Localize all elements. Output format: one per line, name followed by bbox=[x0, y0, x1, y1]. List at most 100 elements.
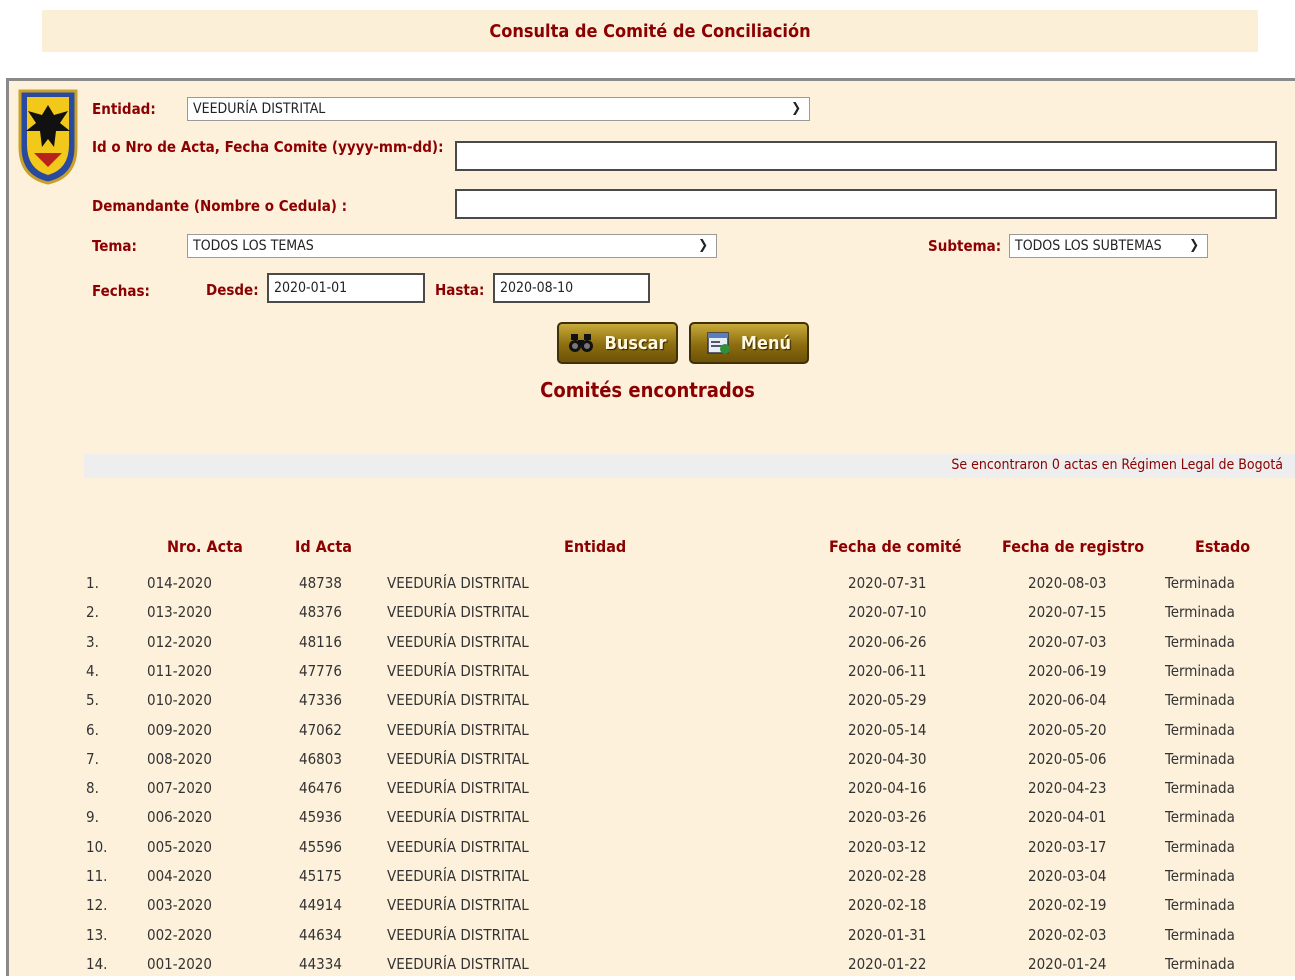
id-acta-cell: 47776 bbox=[299, 661, 342, 680]
fecha-registro-cell: 2020-04-23 bbox=[1028, 779, 1107, 798]
table-row: 4. 011-2020 47776 VEEDURÍA DISTRITAL 2020-06… bbox=[0, 658, 1295, 687]
table-row: 5. 010-2020 47336 VEEDURÍA DISTRITAL 2020-05… bbox=[0, 687, 1295, 716]
menu-window-icon bbox=[707, 332, 730, 354]
fecha-comite-cell: 2020-02-18 bbox=[848, 896, 927, 915]
nro-acta-cell: 008-2020 bbox=[147, 749, 212, 768]
id-acta-cell: 44634 bbox=[299, 925, 342, 944]
estado-cell: Terminada bbox=[1165, 779, 1235, 798]
subtema-value: TODOS LOS SUBTEMAS bbox=[1015, 238, 1162, 254]
fechas-label: Fechas: bbox=[92, 282, 150, 300]
row-index: 13. bbox=[86, 925, 108, 944]
estado-cell: Terminada bbox=[1165, 661, 1235, 680]
entidad-cell: VEEDURÍA DISTRITAL bbox=[387, 661, 529, 680]
row-index: 14. bbox=[86, 954, 108, 973]
nro-acta-cell: 010-2020 bbox=[147, 691, 212, 710]
nro-acta-cell: 014-2020 bbox=[147, 574, 212, 592]
fecha-registro-cell: 2020-05-20 bbox=[1028, 720, 1107, 739]
fecha-comite-cell: 2020-03-12 bbox=[848, 837, 927, 856]
table-row: 10. 005-2020 45596 VEEDURÍA DISTRITAL 2020-0… bbox=[0, 834, 1295, 863]
entidad-label: Entidad: bbox=[92, 100, 156, 118]
fecha-registro-cell: 2020-06-04 bbox=[1028, 691, 1107, 710]
nro-acta-cell: 002-2020 bbox=[147, 925, 212, 944]
table-row: 12. 003-2020 44914 VEEDURÍA DISTRITAL 2020-0… bbox=[0, 892, 1295, 921]
nro-acta-cell: 006-2020 bbox=[147, 808, 212, 827]
estado-cell: Terminada bbox=[1165, 867, 1235, 885]
entidad-value: VEEDURÍA DISTRITAL bbox=[193, 101, 326, 117]
fecha-comite-cell: 2020-06-26 bbox=[848, 632, 927, 651]
tema-label: Tema: bbox=[92, 237, 137, 255]
fecha-comite-cell: 2020-03-26 bbox=[848, 808, 927, 827]
estado-cell: Terminada bbox=[1165, 808, 1235, 827]
row-index: 3. bbox=[86, 632, 99, 651]
subtema-select[interactable]: TODOS LOS SUBTEMAS ❯ bbox=[1009, 234, 1208, 258]
hasta-label: Hasta: bbox=[435, 281, 485, 299]
page-title-bar: Consulta de Comité de Conciliación bbox=[42, 10, 1258, 52]
tema-select[interactable]: TODOS LOS TEMAS ❯ bbox=[187, 234, 717, 258]
entidad-cell: VEEDURÍA DISTRITAL bbox=[387, 954, 529, 973]
estado-cell: Terminada bbox=[1165, 720, 1235, 739]
nro-acta-cell: 003-2020 bbox=[147, 896, 212, 915]
estado-cell: Terminada bbox=[1165, 603, 1235, 622]
column-nro-acta: Nro. Acta bbox=[167, 537, 243, 556]
coat-of-arms-icon bbox=[18, 89, 78, 185]
entidad-cell: VEEDURÍA DISTRITAL bbox=[387, 837, 529, 856]
fecha-comite-cell: 2020-05-29 bbox=[848, 691, 927, 710]
nro-acta-cell: 005-2020 bbox=[147, 837, 212, 856]
row-index: 2. bbox=[86, 603, 99, 622]
fecha-comite-cell: 2020-04-16 bbox=[848, 779, 927, 798]
nro-acta-cell: 004-2020 bbox=[147, 867, 212, 885]
table-row: 3. 012-2020 48116 VEEDURÍA DISTRITAL 2020-06… bbox=[0, 629, 1295, 658]
id-acta-cell: 44914 bbox=[299, 896, 342, 915]
row-index: 9. bbox=[86, 808, 99, 827]
id-input[interactable] bbox=[455, 141, 1277, 171]
desde-input[interactable]: 2020-01-01 bbox=[267, 273, 425, 303]
row-index: 10. bbox=[86, 837, 108, 856]
fecha-comite-cell: 2020-02-28 bbox=[848, 867, 927, 885]
estado-cell: Terminada bbox=[1165, 632, 1235, 651]
nro-acta-cell: 011-2020 bbox=[147, 661, 212, 680]
column-entidad: Entidad bbox=[564, 537, 627, 556]
results-count: Se encontraron 0 actas en Régimen Legal … bbox=[951, 457, 1283, 473]
row-index: 5. bbox=[86, 691, 99, 710]
id-label: Id o Nro de Acta, Fecha Comite (yyyy-mm-… bbox=[92, 138, 444, 156]
id-acta-cell: 48376 bbox=[299, 603, 342, 622]
menu-label: Menú bbox=[740, 332, 792, 354]
fecha-comite-cell: 2020-06-11 bbox=[848, 661, 927, 680]
column-fecha-registro: Fecha de registro bbox=[1002, 537, 1145, 556]
table-row: 8. 007-2020 46476 VEEDURÍA DISTRITAL 2020-04… bbox=[0, 775, 1295, 804]
fecha-registro-cell: 2020-02-19 bbox=[1028, 896, 1107, 915]
demandante-input[interactable] bbox=[455, 189, 1277, 219]
hasta-input[interactable]: 2020-08-10 bbox=[493, 273, 650, 303]
fecha-comite-cell: 2020-07-10 bbox=[848, 603, 927, 622]
entidad-cell: VEEDURÍA DISTRITAL bbox=[387, 808, 529, 827]
row-index: 8. bbox=[86, 779, 99, 798]
row-index: 7. bbox=[86, 749, 99, 768]
table-row: 11. 004-2020 45175 VEEDURÍA DISTRITAL 2020-0… bbox=[0, 863, 1295, 892]
demandante-label: Demandante (Nombre o Cedula) : bbox=[92, 197, 348, 215]
entidad-cell: VEEDURÍA DISTRITAL bbox=[387, 867, 529, 885]
fecha-comite-cell: 2020-01-31 bbox=[848, 925, 927, 944]
menu-button[interactable]: Menú bbox=[689, 322, 809, 364]
chevron-down-icon: ❯ bbox=[791, 101, 801, 116]
column-fecha-comite: Fecha de comité bbox=[829, 537, 962, 556]
fecha-registro-cell: 2020-06-19 bbox=[1028, 661, 1107, 680]
table-row: 13. 002-2020 44634 VEEDURÍA DISTRITAL 2020-0… bbox=[0, 922, 1295, 951]
table-row: 6. 009-2020 47062 VEEDURÍA DISTRITAL 2020-05… bbox=[0, 717, 1295, 746]
estado-cell: Terminada bbox=[1165, 896, 1235, 915]
entidad-select[interactable]: VEEDURÍA DISTRITAL ❯ bbox=[187, 97, 810, 121]
fecha-registro-cell: 2020-08-03 bbox=[1028, 574, 1107, 592]
estado-cell: Terminada bbox=[1165, 925, 1235, 944]
table-row: 7. 008-2020 46803 VEEDURÍA DISTRITAL 2020-04… bbox=[0, 746, 1295, 775]
row-index: 11. bbox=[86, 867, 108, 885]
fecha-comite-cell: 2020-04-30 bbox=[848, 749, 927, 768]
nro-acta-cell: 007-2020 bbox=[147, 779, 212, 798]
estado-cell: Terminada bbox=[1165, 954, 1235, 973]
id-acta-cell: 47062 bbox=[299, 720, 342, 739]
entidad-cell: VEEDURÍA DISTRITAL bbox=[387, 925, 529, 944]
entidad-cell: VEEDURÍA DISTRITAL bbox=[387, 749, 529, 768]
id-acta-cell: 46803 bbox=[299, 749, 342, 768]
chevron-down-icon: ❯ bbox=[698, 238, 708, 253]
binoculars-icon bbox=[569, 334, 594, 352]
column-id-acta: Id Acta bbox=[295, 537, 352, 556]
buscar-button[interactable]: Buscar bbox=[557, 322, 678, 364]
